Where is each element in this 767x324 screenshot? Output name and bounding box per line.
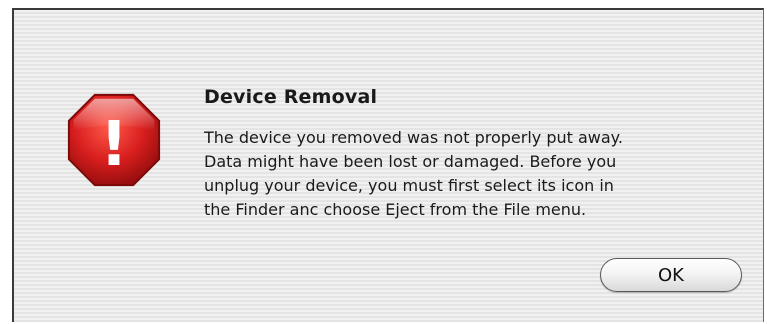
exclamation-glyph: !: [100, 109, 128, 180]
message-line: The device you removed was not properly …: [204, 128, 623, 147]
ok-button[interactable]: OK: [600, 258, 742, 292]
stop-alert-icon: !: [67, 93, 161, 187]
message-line: unplug your device, you must first selec…: [204, 176, 614, 195]
dialog-top-strip: [14, 10, 763, 60]
message-line: the Finder anc choose Eject from the Fil…: [204, 200, 587, 219]
dialog-message: The device you removed was not properly …: [204, 126, 749, 222]
screen: ! Device Removal The device you removed …: [0, 0, 767, 324]
ok-button-label: OK: [658, 264, 684, 286]
message-line: Data might have been lost or damaged. Be…: [204, 152, 617, 171]
dialog-title: Device Removal: [204, 86, 378, 108]
dialog-content: Device Removal The device you removed wa…: [204, 84, 749, 222]
alert-dialog: ! Device Removal The device you removed …: [12, 8, 764, 322]
